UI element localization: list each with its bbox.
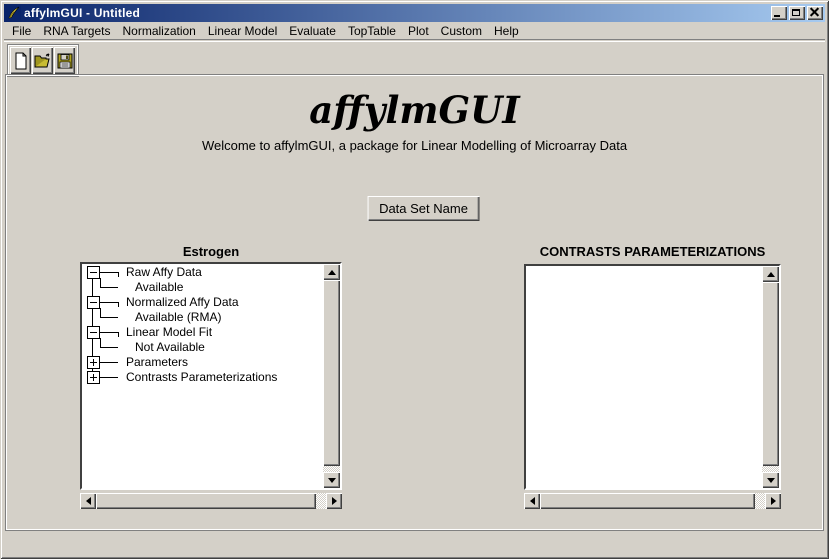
left-vertical-scrollbar[interactable] [323, 264, 340, 488]
scroll-left-button[interactable] [524, 493, 540, 509]
tree-collapse-icon[interactable] [87, 326, 100, 339]
toolbar [4, 41, 825, 78]
app-title: affylmGUI [0, 88, 829, 132]
menu-help[interactable]: Help [488, 23, 525, 40]
toolbar-group [7, 44, 79, 77]
right-vertical-scrollbar[interactable] [762, 266, 779, 488]
tree-node-raw-affy-status[interactable]: Available [82, 280, 323, 295]
tree-node-normalized-affy-status[interactable]: Available (RMA) [82, 310, 323, 325]
titlebar[interactable]: affylmGUI - Untitled [4, 4, 825, 22]
app-subtitle: Welcome to affylmGUI, a package for Line… [0, 138, 829, 153]
right-horizontal-scrollbar[interactable] [524, 493, 781, 509]
tree-node-normalized-affy-data[interactable]: Normalized Affy Data [82, 295, 323, 310]
maximize-button[interactable] [789, 6, 805, 20]
tk-feather-icon [7, 6, 21, 20]
close-button[interactable] [807, 6, 823, 20]
scroll-left-icon [86, 497, 91, 505]
left-panel-heading: Estrogen [80, 244, 342, 259]
scroll-down-button[interactable] [762, 472, 779, 488]
tree-node-raw-affy-data[interactable]: Raw Affy Data [82, 265, 323, 280]
left-horizontal-scrollbar[interactable] [80, 493, 342, 509]
tree-node-linear-model-fit[interactable]: Linear Model Fit [82, 325, 323, 340]
open-file-button[interactable] [32, 47, 53, 74]
scroll-up-icon [328, 270, 336, 275]
scrollbar-thumb[interactable] [96, 493, 316, 509]
tree-collapse-icon[interactable] [87, 266, 100, 279]
scrollbar-thumb[interactable] [323, 280, 340, 466]
scroll-left-icon [530, 497, 535, 505]
menu-evaluate[interactable]: Evaluate [283, 23, 342, 40]
close-icon [807, 6, 823, 20]
scroll-down-button[interactable] [323, 472, 340, 488]
scrollbar-thumb[interactable] [540, 493, 755, 509]
scroll-right-button[interactable] [765, 493, 781, 509]
scroll-right-icon [771, 497, 776, 505]
tree-collapse-icon[interactable] [87, 296, 100, 309]
minimize-button[interactable] [771, 6, 787, 20]
affylmgui-window: { "window": { "title": "affylmGUI - Unti… [0, 0, 829, 559]
tree-expand-icon[interactable] [87, 356, 100, 369]
scroll-down-icon [328, 478, 336, 483]
window-title: affylmGUI - Untitled [24, 4, 771, 22]
scrollbar-thumb[interactable] [762, 282, 779, 466]
contrasts-listbox[interactable] [526, 266, 762, 488]
scroll-up-icon [767, 272, 775, 277]
new-document-icon [13, 52, 29, 70]
scroll-right-icon [332, 497, 337, 505]
scroll-up-button[interactable] [762, 266, 779, 282]
save-file-button[interactable] [54, 47, 75, 74]
scroll-down-icon [767, 478, 775, 483]
tree-expand-icon[interactable] [87, 371, 100, 384]
data-set-name-button[interactable]: Data Set Name [367, 196, 480, 221]
maximize-icon [792, 9, 800, 16]
menu-linear-model[interactable]: Linear Model [202, 23, 283, 40]
new-file-button[interactable] [10, 47, 31, 74]
scroll-left-button[interactable] [80, 493, 96, 509]
menu-plot[interactable]: Plot [402, 23, 435, 40]
menubar: File RNA Targets Normalization Linear Mo… [4, 23, 825, 40]
save-floppy-icon [57, 53, 73, 69]
menu-custom[interactable]: Custom [435, 23, 488, 40]
scroll-right-button[interactable] [326, 493, 342, 509]
menu-toptable[interactable]: TopTable [342, 23, 402, 40]
status-tree-listbox[interactable]: Raw Affy Data Available Normalized Affy … [82, 264, 323, 488]
status-tree: Raw Affy Data Available Normalized Affy … [82, 265, 323, 488]
right-panel-heading: CONTRASTS PARAMETERIZATIONS [524, 244, 781, 259]
minimize-icon [774, 15, 780, 17]
scroll-up-button[interactable] [323, 264, 340, 280]
status-tree-panel: Raw Affy Data Available Normalized Affy … [80, 262, 342, 490]
menu-normalization[interactable]: Normalization [117, 23, 202, 40]
tree-node-contrasts-parameterizations[interactable]: Contrasts Parameterizations [82, 370, 323, 385]
contrasts-panel [524, 264, 781, 490]
open-folder-icon [34, 53, 52, 69]
menu-rna-targets[interactable]: RNA Targets [37, 23, 116, 40]
tree-node-linear-model-status[interactable]: Not Available [82, 340, 323, 355]
menu-file[interactable]: File [6, 23, 37, 40]
tree-node-parameters[interactable]: Parameters [82, 355, 323, 370]
